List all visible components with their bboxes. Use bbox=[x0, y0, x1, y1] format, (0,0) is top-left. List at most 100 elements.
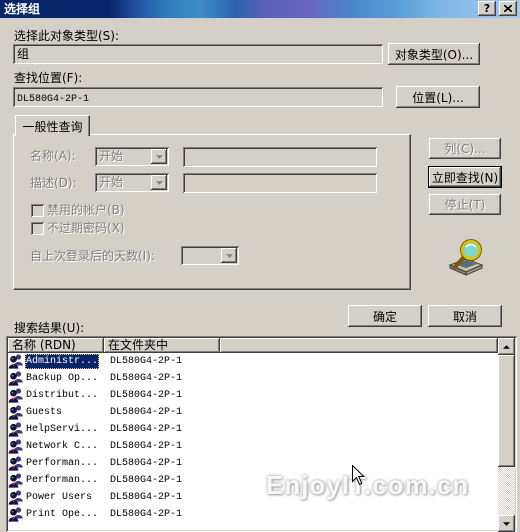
table-row[interactable]: Distribut... DL580G4-2P-1 bbox=[8, 387, 498, 404]
group-icon bbox=[8, 506, 24, 522]
result-folder: DL580G4-2P-1 bbox=[110, 441, 183, 452]
non-expiring-password-checkbox[interactable] bbox=[31, 222, 44, 235]
table-row[interactable]: Print Ope... DL580G4-2P-1 bbox=[8, 506, 498, 523]
scroll-up-button[interactable] bbox=[498, 338, 515, 355]
scroll-thumb[interactable] bbox=[498, 355, 515, 467]
cancel-button-label: 取消 bbox=[452, 309, 477, 324]
cancel-button[interactable]: 取消 bbox=[428, 305, 502, 327]
days-since-logon-dropdown-button[interactable] bbox=[221, 248, 237, 263]
column-header-name-label: 名称 (RDN) bbox=[12, 338, 76, 352]
columns-button-label: 列(C)... bbox=[444, 142, 486, 156]
chevron-down-icon bbox=[503, 521, 510, 526]
stop-button-label: 停止(T) bbox=[444, 198, 486, 212]
find-now-button[interactable]: 立即查找(N) bbox=[428, 166, 502, 188]
scroll-down-button[interactable] bbox=[498, 515, 515, 532]
chevron-down-icon bbox=[156, 181, 163, 185]
days-since-logon-label: 自上次登录后的天数(I): bbox=[30, 249, 155, 263]
chevron-up-icon bbox=[503, 344, 510, 349]
close-button[interactable] bbox=[499, 1, 517, 16]
location-label: 查找位置(F): bbox=[14, 71, 83, 85]
object-type-field: 组 bbox=[13, 44, 383, 64]
disabled-accounts-label: 禁用的帐户(B) bbox=[47, 203, 125, 217]
result-folder: DL580G4-2P-1 bbox=[110, 390, 183, 401]
description-label: 描述(D): bbox=[30, 176, 77, 190]
group-icon bbox=[8, 421, 24, 437]
mouse-cursor-icon bbox=[352, 465, 365, 486]
result-name: Power Users bbox=[26, 492, 93, 503]
result-folder: DL580G4-2P-1 bbox=[110, 356, 183, 367]
group-icon bbox=[8, 472, 24, 488]
non-expiring-password-label: 不过期密码(X) bbox=[47, 221, 125, 235]
result-name: Performan... bbox=[26, 475, 99, 486]
table-row[interactable]: HelpServi... DL580G4-2P-1 bbox=[8, 421, 498, 438]
description-mode-dropdown-button[interactable] bbox=[151, 175, 167, 190]
group-icon bbox=[8, 438, 24, 454]
locations-button-label: 位置(L)... bbox=[412, 90, 464, 105]
watermark: EnjoyIT.com.cn bbox=[266, 470, 470, 500]
description-mode-dropdown[interactable]: 开始 bbox=[95, 173, 169, 192]
result-folder: DL580G4-2P-1 bbox=[110, 458, 183, 469]
close-icon bbox=[504, 5, 512, 12]
object-types-button[interactable]: 对象类型(O)... bbox=[388, 43, 480, 65]
result-name: Performan... bbox=[26, 458, 99, 469]
help-button-label: ? bbox=[483, 2, 491, 15]
disabled-accounts-checkbox[interactable] bbox=[31, 204, 44, 217]
find-now-button-label: 立即查找(N) bbox=[431, 170, 499, 185]
result-folder: DL580G4-2P-1 bbox=[110, 492, 183, 503]
result-folder: DL580G4-2P-1 bbox=[110, 475, 183, 486]
column-header-folder[interactable]: 在文件夹中 bbox=[104, 338, 220, 353]
chevron-down-icon bbox=[156, 155, 163, 159]
search-results-viewport: 名称 (RDN) 在文件夹中 Administr... DL580G4-2P-1… bbox=[8, 338, 515, 532]
search-results-list[interactable]: 名称 (RDN) 在文件夹中 Administr... DL580G4-2P-1… bbox=[6, 336, 517, 532]
group-icon bbox=[8, 370, 24, 386]
result-name: Guests bbox=[26, 407, 63, 418]
column-header-name[interactable]: 名称 (RDN) bbox=[8, 338, 104, 353]
table-row[interactable]: Backup Op... DL580G4-2P-1 bbox=[8, 370, 498, 387]
location-field: DL580G4-2P-1 bbox=[13, 87, 383, 107]
table-row[interactable]: Network C... DL580G4-2P-1 bbox=[8, 438, 498, 455]
stop-button[interactable]: 停止(T) bbox=[429, 194, 501, 215]
ok-button-label: 确定 bbox=[372, 309, 397, 324]
result-name: Administr... bbox=[25, 354, 100, 369]
result-name: Print Ope... bbox=[26, 509, 99, 520]
chevron-down-icon bbox=[226, 254, 233, 258]
object-types-button-label: 对象类型(O)... bbox=[394, 47, 474, 62]
group-icon bbox=[8, 404, 24, 420]
title-bar[interactable]: 选择组 ? bbox=[0, 0, 520, 18]
list-header: 名称 (RDN) 在文件夹中 bbox=[8, 338, 498, 353]
search-computers-icon bbox=[448, 239, 484, 276]
tab-common-queries-label: 一般性查询 bbox=[22, 119, 83, 134]
group-icon bbox=[8, 387, 24, 403]
result-folder: DL580G4-2P-1 bbox=[110, 407, 183, 418]
location-value: DL580G4-2P-1 bbox=[17, 94, 90, 105]
column-header-folder-label: 在文件夹中 bbox=[108, 338, 169, 352]
days-since-logon-dropdown[interactable] bbox=[181, 246, 239, 265]
description-input[interactable] bbox=[183, 173, 377, 193]
table-row[interactable]: Administr... DL580G4-2P-1 bbox=[8, 353, 498, 370]
group-icon bbox=[8, 455, 24, 471]
tab-common-queries[interactable]: 一般性查询 bbox=[15, 115, 90, 136]
result-name: Distribut... bbox=[26, 390, 99, 401]
name-mode-value: 开始 bbox=[99, 149, 124, 163]
result-folder: DL580G4-2P-1 bbox=[110, 373, 183, 384]
group-icon bbox=[8, 353, 24, 369]
name-mode-dropdown-button[interactable] bbox=[151, 149, 167, 164]
name-input[interactable] bbox=[183, 147, 377, 167]
columns-button[interactable]: 列(C)... bbox=[429, 138, 501, 159]
name-mode-dropdown[interactable]: 开始 bbox=[95, 147, 169, 166]
vertical-scrollbar[interactable] bbox=[498, 338, 515, 532]
object-type-label: 选择此对象类型(S): bbox=[14, 29, 120, 43]
locations-button[interactable]: 位置(L)... bbox=[396, 86, 480, 108]
name-label: 名称(A): bbox=[30, 149, 76, 163]
result-name: Network C... bbox=[26, 441, 99, 452]
result-name: HelpServi... bbox=[26, 424, 99, 435]
window-title: 选择组 bbox=[4, 2, 41, 16]
ok-button[interactable]: 确定 bbox=[348, 305, 422, 327]
search-results-label: 搜索结果(U): bbox=[14, 321, 85, 335]
description-mode-value: 开始 bbox=[99, 175, 124, 189]
help-button[interactable]: ? bbox=[478, 1, 496, 16]
group-icon bbox=[8, 489, 24, 505]
result-folder: DL580G4-2P-1 bbox=[110, 509, 183, 520]
table-row[interactable]: Guests DL580G4-2P-1 bbox=[8, 404, 498, 421]
object-type-value: 组 bbox=[17, 47, 30, 61]
